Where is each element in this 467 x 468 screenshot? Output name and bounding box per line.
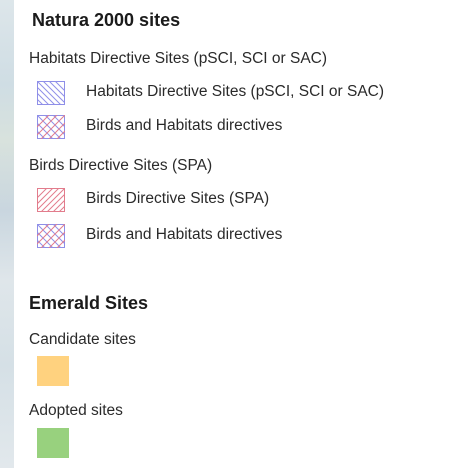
birds-layer-title: Birds Directive Sites (SPA)	[29, 157, 213, 174]
diagonal-hatch-swatch-icon	[37, 81, 65, 105]
habitats-layer-title: Habitats Directive Sites (pSCI, SCI or S…	[29, 50, 328, 67]
cross-hatch-swatch-icon	[37, 224, 65, 248]
legend-label-birds-and-habitats: Birds and Habitats directives	[86, 226, 283, 243]
legend-label-habitats-sites: Habitats Directive Sites (pSCI, SCI or S…	[86, 83, 385, 100]
adopted-sites-title: Adopted sites	[29, 402, 123, 419]
cross-hatch-swatch-icon	[37, 115, 65, 139]
legend-label-birds-and-habitats: Birds and Habitats directives	[86, 117, 283, 134]
candidate-sites-swatch	[37, 356, 69, 386]
map-background-strip	[0, 0, 14, 468]
legend-panel: Natura 2000 sites Habitats Directive Sit…	[14, 0, 467, 468]
natura-2000-group-title: Natura 2000 sites	[32, 10, 181, 30]
adopted-sites-swatch	[37, 428, 69, 458]
emerald-group-title: Emerald Sites	[29, 293, 149, 313]
diagonal-hatch-swatch-icon	[37, 188, 65, 212]
candidate-sites-title: Candidate sites	[29, 331, 136, 348]
legend-label-birds-sites: Birds Directive Sites (SPA)	[86, 190, 270, 207]
